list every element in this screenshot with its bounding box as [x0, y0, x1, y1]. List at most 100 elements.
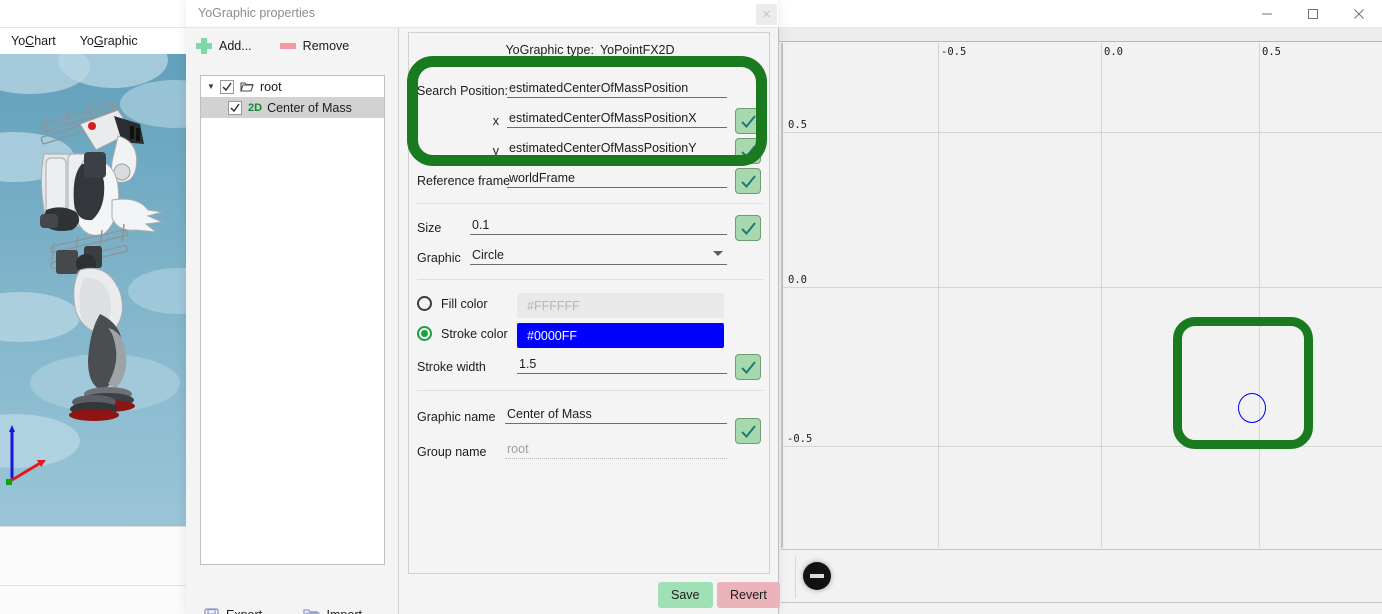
stroke-width-confirm-button[interactable] [735, 354, 761, 380]
gridline-horizontal [783, 132, 1382, 133]
remove-button[interactable]: Remove [279, 39, 350, 53]
fill-color-radio[interactable] [417, 296, 432, 311]
x-tick-label: -0.5 [941, 46, 967, 58]
group-name-input[interactable]: root [505, 442, 727, 459]
y-tick-label: 0.5 [788, 119, 807, 131]
search-position-y-input[interactable]: estimatedCenterOfMassPositionY [507, 141, 727, 158]
stroke-width-label: Stroke width [417, 360, 486, 374]
graphic-shape-label: Graphic [417, 251, 461, 265]
menu-yographic[interactable]: YoGraphic [77, 32, 141, 50]
y-tick-label: -0.5 [787, 433, 813, 445]
gridline-vertical [1101, 43, 1102, 548]
stroke-color-option[interactable]: Stroke color [417, 326, 508, 341]
gridline-horizontal [783, 446, 1382, 447]
gridline-vertical [1259, 43, 1260, 548]
coordinate-axis-triad [6, 425, 46, 485]
add-button[interactable]: Add... [196, 38, 252, 54]
graphic-name-confirm-button[interactable] [735, 418, 761, 444]
form-divider [417, 279, 763, 280]
search-position-y-confirm-button[interactable] [735, 138, 761, 164]
form-divider [417, 390, 763, 391]
fill-color-input[interactable]: #FFFFFF [517, 293, 724, 318]
stroke-color-label: Stroke color [441, 326, 508, 341]
graphic-name-input[interactable]: Center of Mass [505, 407, 727, 424]
search-position-row: Search Position: estimatedCenterOfMassPo… [417, 81, 727, 98]
size-confirm-button[interactable] [735, 215, 761, 241]
group-name-row: Group name root [417, 442, 727, 459]
search-position-x-row: x estimatedCenterOfMassPositionX [417, 111, 727, 128]
tree-item-checkbox[interactable] [220, 79, 234, 94]
menu-yochart[interactable]: YoChart [8, 32, 59, 50]
add-button-label: Add... [219, 39, 252, 53]
plus-icon [196, 38, 212, 54]
tree-item-center-of-mass[interactable]: 2D Center of Mass [201, 97, 384, 118]
graphic-properties-form: YoGraphic type: YoPointFX2D Search Positi… [400, 28, 778, 614]
stroke-width-row: Stroke width 1.5 [417, 357, 727, 374]
export-button-label: Export... [226, 608, 273, 614]
annotation-highlight-box-chart [1173, 317, 1313, 449]
folder-icon [240, 81, 254, 93]
tree-footer-toolbar: Export... Import... [186, 588, 399, 614]
save-disk-icon [204, 607, 219, 614]
form-divider [417, 203, 763, 204]
form-card: YoGraphic type: YoPointFX2D Search Positi… [408, 32, 770, 574]
simulation-bottom-panel [0, 526, 186, 614]
application-window: YoChart YoGraphic -0.5 0.0 0.5 0.5 0.0 -… [0, 0, 1382, 614]
yographic-type-value: YoPointFX2D [599, 43, 675, 57]
window-controls [1244, 0, 1382, 28]
chevron-down-icon[interactable]: ▼ [207, 82, 220, 91]
save-button[interactable]: Save [658, 582, 713, 608]
dialog-action-bar: Save Revert [400, 578, 780, 614]
size-input[interactable]: 0.1 [470, 218, 727, 235]
chart-tabstrip [779, 28, 1382, 42]
graphic-shape-select[interactable]: Circle [470, 248, 727, 265]
search-position-input[interactable]: estimatedCenterOfMassPosition [507, 81, 727, 98]
remove-button-label: Remove [302, 39, 350, 53]
stroke-color-input[interactable]: #0000FF [517, 323, 724, 348]
reference-frame-label: Reference frame [417, 174, 511, 188]
tree-item-root[interactable]: ▼ root [201, 76, 384, 97]
x-tick-label: 0.5 [1262, 46, 1281, 58]
humanoid-robot-model [40, 102, 162, 421]
chevron-down-icon [713, 251, 723, 256]
chart-plot-area[interactable]: -0.5 0.0 0.5 0.5 0.0 -0.5 [781, 43, 1382, 548]
gridline-vertical [938, 43, 939, 548]
import-button[interactable]: Import... [302, 608, 373, 614]
y-tick-label: 0.0 [788, 274, 807, 286]
dialog-titlebar: YoGraphic properties ✕ [186, 0, 778, 28]
tree-item-checkbox[interactable] [228, 100, 242, 115]
maximize-icon[interactable] [1290, 0, 1336, 28]
stroke-color-radio[interactable] [417, 326, 432, 341]
size-row: Size 0.1 [417, 218, 727, 235]
revert-button[interactable]: Revert [717, 582, 780, 608]
import-button-label: Import... [327, 608, 373, 614]
search-position-x-input[interactable]: estimatedCenterOfMassPositionX [507, 111, 727, 128]
tree-item-label: root [260, 79, 282, 94]
stroke-width-input[interactable]: 1.5 [517, 357, 727, 374]
gridline-horizontal [783, 287, 1382, 288]
search-position-y-row: y estimatedCenterOfMassPositionY [417, 141, 727, 158]
fill-color-option[interactable]: Fill color [417, 296, 488, 311]
size-label: Size [417, 221, 442, 235]
reference-frame-row: Reference frame worldFrame [417, 171, 727, 188]
search-position-x-label: x [492, 114, 499, 128]
search-position-y-label: y [492, 144, 499, 158]
graphic-shape-value: Circle [472, 248, 504, 262]
graphic-shape-row: Graphic Circle [417, 248, 727, 265]
reference-frame-confirm-button[interactable] [735, 168, 761, 194]
robot-3d-simulation-view[interactable] [0, 54, 186, 526]
search-position-x-confirm-button[interactable] [735, 108, 761, 134]
export-button[interactable]: Export... [204, 607, 273, 614]
reference-frame-input[interactable]: worldFrame [507, 171, 727, 188]
dialog-title: YoGraphic properties [198, 6, 315, 20]
group-name-label: Group name [417, 445, 487, 459]
yographic-type-label: YoGraphic type: [505, 43, 594, 57]
yographic-type-row: YoGraphic type: YoPointFX2D [409, 43, 771, 57]
dialog-close-icon[interactable]: ✕ [756, 4, 777, 25]
minimize-icon[interactable] [1244, 0, 1290, 28]
remove-chart-button[interactable] [803, 562, 831, 590]
search-position-label: Search Position: [417, 84, 509, 98]
graphics-tree[interactable]: ▼ root 2D Center of Mass [200, 75, 385, 565]
close-icon[interactable] [1336, 0, 1382, 28]
graphic-name-label: Graphic name [417, 410, 496, 424]
